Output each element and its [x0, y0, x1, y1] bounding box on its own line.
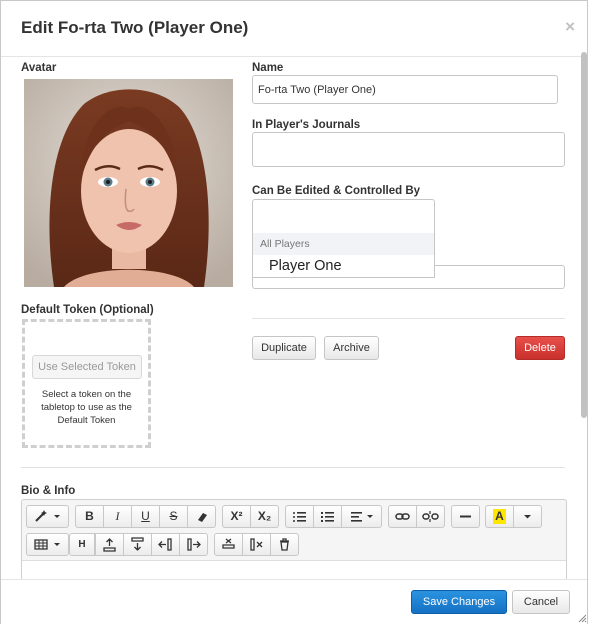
- subscript-icon[interactable]: X₂: [250, 505, 279, 528]
- avatar-label: Avatar: [21, 62, 57, 74]
- token-help-text: Select a token on the tabletop to use as…: [41, 389, 132, 426]
- token-label: Default Token (Optional): [21, 304, 154, 316]
- superscript-icon[interactable]: X²: [222, 505, 251, 528]
- italic-icon[interactable]: I: [103, 505, 132, 528]
- option-player-one[interactable]: Player One: [269, 258, 342, 274]
- unordered-list-icon[interactable]: [313, 505, 342, 528]
- color-dropdown-icon[interactable]: [513, 505, 542, 528]
- resize-handle-icon[interactable]: [577, 613, 587, 623]
- dialog-footer: Save Changes Cancel: [1, 579, 587, 626]
- token-dropzone[interactable]: Use Selected Token Select a token on the…: [22, 319, 151, 448]
- bio-editor: B I U S X² X₂ A H: [21, 499, 567, 581]
- scrollbar-thumb[interactable]: [581, 52, 587, 418]
- link-icon[interactable]: [388, 505, 417, 528]
- bold-icon[interactable]: B: [75, 505, 104, 528]
- edit-character-dialog: Edit Fo-rta Two (Player One) × Avatar Na…: [0, 0, 588, 626]
- journals-input[interactable]: [252, 132, 565, 167]
- journals-label: In Player's Journals: [252, 119, 361, 131]
- underline-icon[interactable]: U: [131, 505, 160, 528]
- strikethrough-icon[interactable]: S: [159, 505, 188, 528]
- divider: [252, 318, 565, 319]
- font-color-letter: A: [493, 509, 506, 524]
- cancel-button[interactable]: Cancel: [512, 590, 570, 614]
- magic-wand-icon[interactable]: [26, 505, 69, 528]
- delete-row-icon[interactable]: [214, 533, 243, 556]
- ordered-list-icon[interactable]: [285, 505, 314, 528]
- dialog-header: Edit Fo-rta Two (Player One) ×: [1, 1, 587, 57]
- duplicate-button[interactable]: Duplicate: [252, 336, 316, 360]
- dialog-title: Edit Fo-rta Two (Player One): [21, 18, 249, 37]
- trash-icon[interactable]: [270, 533, 299, 556]
- name-label: Name: [252, 62, 284, 74]
- unlink-icon[interactable]: [416, 505, 445, 528]
- eraser-icon[interactable]: [187, 505, 216, 528]
- insert-col-left-icon[interactable]: [151, 533, 180, 556]
- save-changes-button[interactable]: Save Changes: [411, 590, 507, 614]
- control-dropdown: All Players Player One: [252, 233, 435, 278]
- divider: [21, 467, 565, 468]
- horizontal-rule-icon[interactable]: [451, 505, 480, 528]
- header-icon[interactable]: H: [69, 533, 95, 556]
- control-select-input[interactable]: [252, 199, 435, 234]
- bio-text-area[interactable]: [22, 560, 566, 580]
- table-icon[interactable]: [26, 533, 69, 556]
- delete-col-icon[interactable]: [242, 533, 271, 556]
- archive-button[interactable]: Archive: [324, 336, 379, 360]
- close-icon[interactable]: ×: [565, 17, 575, 37]
- insert-row-above-icon[interactable]: [95, 533, 124, 556]
- delete-button[interactable]: Delete: [515, 336, 565, 360]
- option-all-players[interactable]: All Players: [253, 233, 434, 255]
- insert-col-right-icon[interactable]: [179, 533, 208, 556]
- align-icon[interactable]: [341, 505, 382, 528]
- font-color-icon[interactable]: A: [485, 505, 514, 528]
- control-label: Can Be Edited & Controlled By: [252, 185, 421, 197]
- avatar-image[interactable]: [24, 79, 233, 287]
- name-input[interactable]: Fo-rta Two (Player One): [252, 75, 558, 104]
- scrollbar[interactable]: [580, 50, 588, 579]
- insert-row-below-icon[interactable]: [123, 533, 152, 556]
- bio-label: Bio & Info: [21, 485, 76, 497]
- use-selected-token-button[interactable]: Use Selected Token: [32, 355, 142, 379]
